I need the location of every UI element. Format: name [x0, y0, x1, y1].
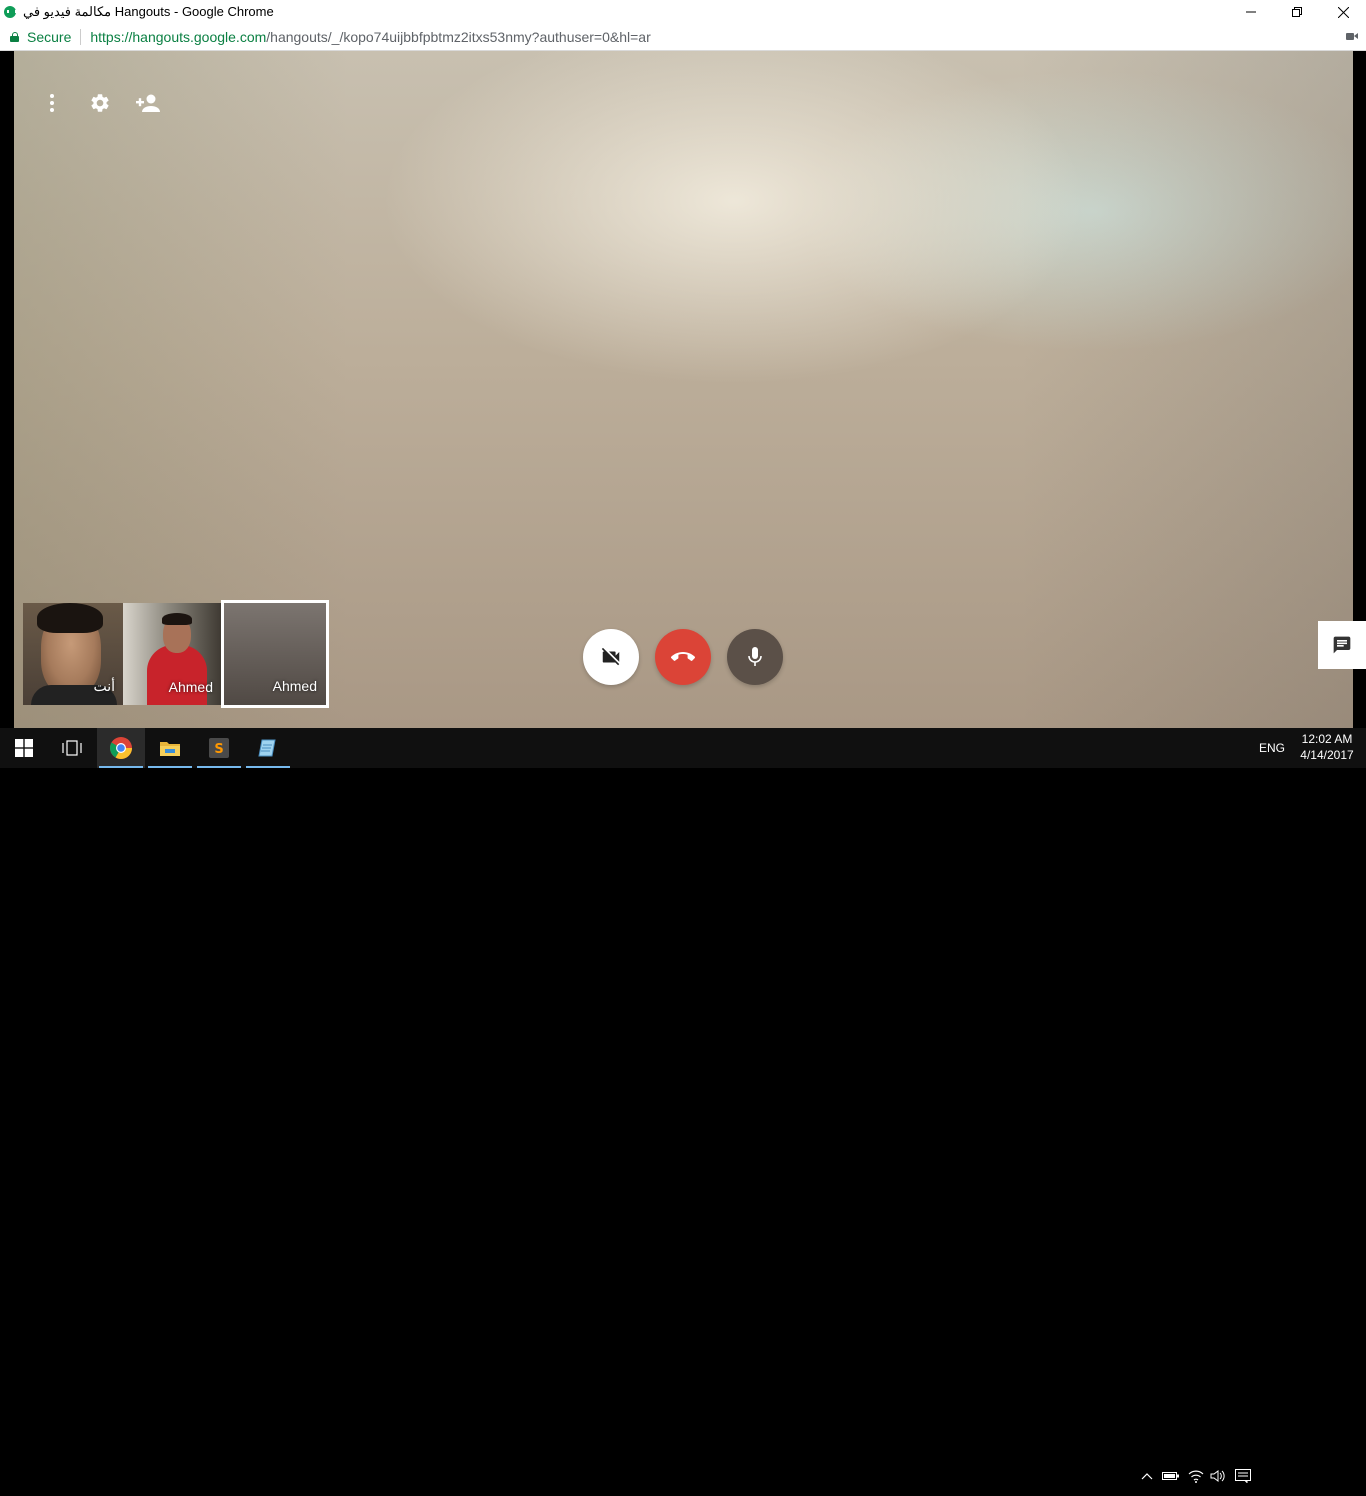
battery-icon	[1162, 1472, 1179, 1480]
volume-button[interactable]	[1206, 1456, 1230, 1496]
battery-button[interactable]	[1159, 1456, 1183, 1496]
participant-name: أنت	[93, 678, 115, 694]
restore-button[interactable]	[1274, 0, 1320, 24]
clock-date: 4/14/2017	[1300, 748, 1354, 762]
minimize-button[interactable]	[1228, 0, 1274, 24]
url-path: /hangouts/_/kopo74uijbbfpbtmz2itxs53nmy?…	[266, 29, 651, 45]
window-controls	[1228, 0, 1366, 24]
notepad-icon	[258, 739, 276, 757]
clock-time: 12:02 AM	[1301, 732, 1353, 746]
system-clock[interactable]: 12:02 AM 4/14/2017	[1296, 731, 1358, 763]
chrome-icon	[110, 737, 132, 759]
hangup-phone-icon	[671, 652, 695, 661]
self-avatar-hair	[37, 603, 103, 633]
participant-ahmed-video-selected[interactable]: Ahmed	[221, 600, 329, 708]
window-title: مكالمة فيديو في Hangouts - Google Chrome	[23, 4, 274, 19]
participant-self[interactable]: أنت	[23, 603, 123, 705]
chat-toggle-button[interactable]	[1318, 621, 1366, 669]
participant-name: Ahmed	[168, 679, 213, 695]
url-host: hangouts.google.com	[132, 29, 267, 45]
show-hidden-icons-button[interactable]	[1135, 1456, 1159, 1496]
end-call-button[interactable]	[655, 629, 711, 685]
participant-strip: أنت Ahmed Ahmed	[23, 600, 329, 708]
lock-icon[interactable]	[10, 32, 19, 42]
taskbar-chrome[interactable]	[97, 728, 145, 768]
folder-icon	[160, 742, 180, 756]
invite-people-button[interactable]	[134, 89, 162, 117]
restore-icon	[1292, 7, 1302, 17]
minimize-icon	[1246, 11, 1256, 13]
speaker-icon	[1210, 1470, 1225, 1482]
video-off-icon	[601, 647, 620, 666]
task-view-button[interactable]	[48, 728, 96, 768]
toggle-mic-button[interactable]	[727, 629, 783, 685]
camera-in-use-icon[interactable]	[1346, 32, 1358, 41]
microphone-icon	[748, 647, 762, 666]
sublime-text-icon: S	[209, 738, 229, 758]
more-vert-icon	[50, 93, 54, 114]
participant-ahmed-photo[interactable]: Ahmed	[123, 603, 221, 705]
address-separator	[80, 29, 82, 45]
network-button[interactable]	[1184, 1456, 1208, 1496]
start-button[interactable]	[0, 728, 48, 768]
taskbar-file-explorer[interactable]	[146, 728, 194, 768]
input-language-indicator[interactable]: ENG	[1259, 728, 1285, 768]
windows-logo-icon	[15, 739, 33, 757]
gear-icon	[91, 94, 109, 112]
address-bar[interactable]: Secure https://hangouts.google.com/hango…	[0, 24, 1366, 51]
hangouts-logo-icon	[4, 6, 17, 18]
url-text[interactable]: https://hangouts.google.com/hangouts/_/k…	[90, 29, 650, 45]
participant-name: Ahmed	[272, 678, 317, 694]
toggle-video-button[interactable]	[583, 629, 639, 685]
close-icon	[1337, 6, 1349, 18]
taskbar-notepad[interactable]	[244, 728, 292, 768]
url-scheme: https://	[90, 29, 133, 45]
close-button[interactable]	[1320, 0, 1366, 24]
settings-button[interactable]	[86, 89, 114, 117]
chat-icon	[1333, 636, 1351, 654]
wifi-icon	[1188, 1470, 1204, 1483]
ahmed-avatar-hair	[162, 613, 192, 625]
ahmed-avatar-shirt	[147, 645, 207, 705]
chevron-up-icon	[1141, 1473, 1153, 1480]
window-titlebar: مكالمة فيديو في Hangouts - Google Chrome	[0, 0, 1366, 24]
svg-text:S: S	[214, 742, 223, 757]
windows-taskbar: S	[0, 728, 1366, 1483]
secure-label[interactable]: Secure	[27, 29, 71, 45]
notifications-icon	[1235, 1469, 1251, 1483]
action-center-button[interactable]	[1231, 1456, 1255, 1496]
taskbar-sublime-text[interactable]: S	[195, 728, 243, 768]
video-left-border	[0, 51, 14, 728]
more-options-button[interactable]	[38, 89, 66, 117]
person-add-icon	[136, 94, 160, 112]
task-view-icon	[62, 740, 82, 756]
